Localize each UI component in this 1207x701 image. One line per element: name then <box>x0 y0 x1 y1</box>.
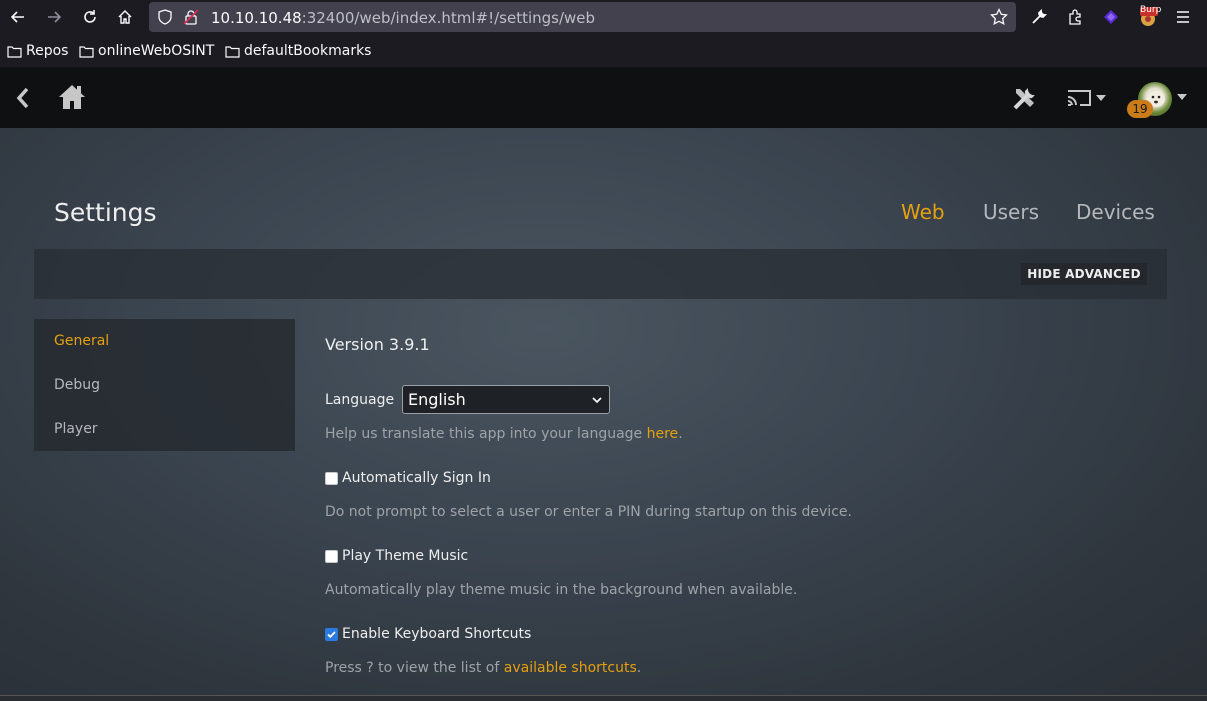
url-text: 10.10.10.48:32400/web/index.html#!/setti… <box>211 9 595 27</box>
checkmark-icon <box>327 630 336 638</box>
settings-main: Settings Web Users Devices HIDE ADVANCED… <box>0 128 1207 701</box>
browser-toolbar: 10.10.10.48:32400/web/index.html#!/setti… <box>0 0 1207 34</box>
home-icon[interactable] <box>113 5 137 29</box>
sidebar-item-general[interactable]: General <box>54 333 109 349</box>
sidebar-item-debug[interactable]: Debug <box>54 377 100 393</box>
folder-icon <box>79 45 94 58</box>
keyboard-shortcuts-checkbox[interactable] <box>325 627 338 641</box>
tab-devices[interactable]: Devices <box>1076 200 1155 224</box>
cast-icon[interactable] <box>1066 87 1108 109</box>
hide-advanced-button[interactable]: HIDE ADVANCED <box>1021 263 1147 285</box>
home-icon[interactable] <box>57 82 87 112</box>
keyboard-shortcuts-help-end: . <box>636 660 642 676</box>
back-chevron-icon[interactable] <box>12 85 34 111</box>
bookmark-label: onlineWebOSINT <box>98 43 215 59</box>
extensions-icon[interactable] <box>1063 5 1087 29</box>
translate-help: Help us translate this app into your lan… <box>325 426 683 442</box>
theme-music-option[interactable]: Play Theme Music <box>325 548 468 564</box>
version-text: Version 3.9.1 <box>325 335 430 354</box>
bookmark-label: Repos <box>26 43 69 59</box>
theme-music-label: Play Theme Music <box>342 548 469 564</box>
language-value: English <box>408 390 466 409</box>
settings-tools-icon[interactable] <box>1011 84 1039 112</box>
theme-music-checkbox[interactable] <box>325 549 338 563</box>
url-bar[interactable]: 10.10.10.48:32400/web/index.html#!/setti… <box>149 2 1016 32</box>
bookmarks-bar: Repos onlineWebOSINT defaultBookmarks <box>0 34 1207 67</box>
bookmark-label: defaultBookmarks <box>244 43 372 59</box>
auto-sign-in-label: Automatically Sign In <box>342 470 491 486</box>
theme-music-help: Automatically play theme music in the ba… <box>325 582 798 598</box>
menu-icon[interactable] <box>1171 5 1195 29</box>
auto-sign-in-option[interactable]: Automatically Sign In <box>325 470 491 486</box>
bookmark-defaultbookmarks[interactable]: defaultBookmarks <box>225 42 371 60</box>
burp-badge-text: Burp <box>1140 5 1162 15</box>
burp-extension-icon[interactable]: Burp <box>1136 5 1162 29</box>
url-path: :32400/web/index.html#!/settings/web <box>301 9 596 27</box>
back-icon[interactable] <box>6 5 30 29</box>
purple-extension-icon[interactable] <box>1099 5 1123 29</box>
keyboard-shortcuts-help-text: Press ? to view the list of <box>325 660 504 676</box>
app-header <box>0 67 1207 128</box>
shield-icon[interactable] <box>153 5 177 29</box>
tab-users[interactable]: Users <box>983 200 1039 224</box>
bookmark-star-icon[interactable] <box>987 5 1011 29</box>
keyboard-shortcuts-help: Press ? to view the list of available sh… <box>325 660 641 676</box>
bookmark-onlinewebosint[interactable]: onlineWebOSINT <box>79 42 214 60</box>
reload-icon[interactable] <box>78 5 102 29</box>
translate-help-end: . <box>678 426 683 442</box>
translate-help-text: Help us translate this app into your lan… <box>325 426 647 442</box>
page-bottom-edge <box>0 695 1207 701</box>
wrench-icon[interactable] <box>1027 5 1051 29</box>
tab-web[interactable]: Web <box>901 200 945 224</box>
url-host: 10.10.10.48 <box>211 9 302 27</box>
keyboard-shortcuts-option[interactable]: Enable Keyboard Shortcuts <box>325 626 531 642</box>
language-select[interactable]: English <box>402 385 610 414</box>
insecure-lock-icon[interactable] <box>179 5 203 29</box>
notification-badge[interactable]: 19 <box>1127 100 1153 118</box>
bookmark-repos[interactable]: Repos <box>7 42 68 60</box>
page-title: Settings <box>54 198 157 227</box>
chevron-down-icon <box>592 397 602 404</box>
language-label: Language <box>325 392 395 408</box>
folder-icon <box>225 45 240 58</box>
keyboard-shortcuts-label: Enable Keyboard Shortcuts <box>342 626 532 642</box>
folder-icon <box>7 45 22 58</box>
forward-icon[interactable] <box>42 5 66 29</box>
translate-here-link[interactable]: here <box>647 426 679 442</box>
available-shortcuts-link[interactable]: available shortcuts <box>504 660 637 676</box>
user-menu-chevron-icon[interactable] <box>1175 92 1189 102</box>
settings-sidebar: General Debug Player <box>34 319 295 451</box>
advanced-toolbar: HIDE ADVANCED <box>34 249 1167 299</box>
auto-sign-in-checkbox[interactable] <box>325 471 338 485</box>
auto-sign-in-help: Do not prompt to select a user or enter … <box>325 504 852 520</box>
sidebar-item-player[interactable]: Player <box>54 421 98 437</box>
